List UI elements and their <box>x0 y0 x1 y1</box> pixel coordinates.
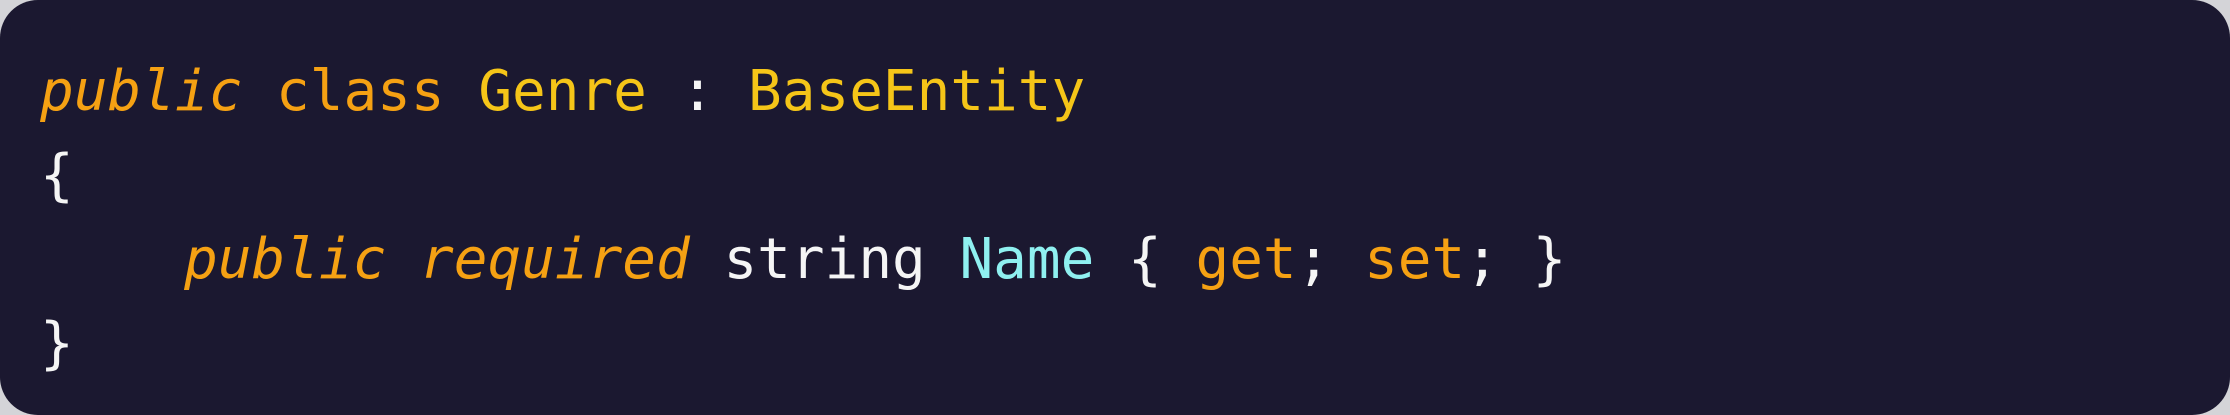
code-line-2: { <box>40 134 2230 218</box>
accessor-set: set <box>1364 227 1466 292</box>
colon: : <box>680 59 715 124</box>
accessor-close-brace: } <box>1532 227 1567 292</box>
property-name: Name <box>959 227 1095 292</box>
code-line-1: public class Genre : BaseEntity <box>40 50 2230 134</box>
base-type: BaseEntity <box>748 59 1086 124</box>
code-block: public class Genre : BaseEntity { public… <box>0 0 2230 415</box>
modifier-public: public <box>184 227 387 292</box>
close-brace: } <box>40 311 74 376</box>
accessor-get: get <box>1195 227 1297 292</box>
type-string: string <box>723 227 926 292</box>
code-line-4: } <box>40 302 2230 386</box>
class-name: Genre <box>478 59 647 124</box>
code-line-3: public required string Name { get; set; … <box>40 218 2230 302</box>
semicolon: ; <box>1465 227 1499 292</box>
open-brace: { <box>40 143 74 208</box>
semicolon: ; <box>1296 227 1331 292</box>
modifier-public: public <box>40 59 243 124</box>
modifier-required: required <box>420 227 690 292</box>
keyword-class: class <box>276 59 445 124</box>
accessor-open-brace: { <box>1128 227 1162 292</box>
